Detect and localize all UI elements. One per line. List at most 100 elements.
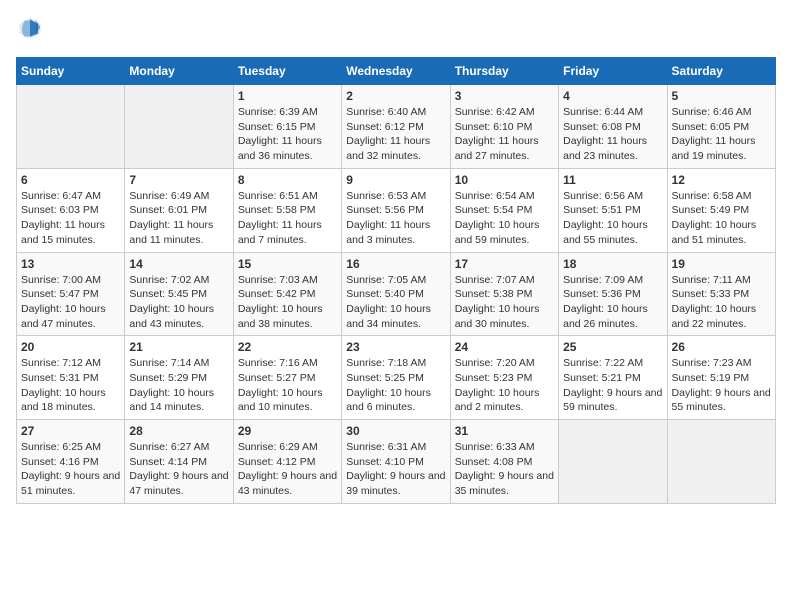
day-cell: 28 Sunrise: 6:27 AMSunset: 4:14 PMDayligh… <box>125 420 233 504</box>
day-info: Sunrise: 6:40 AMSunset: 6:12 PMDaylight:… <box>346 105 445 164</box>
day-number: 10 <box>455 173 554 187</box>
day-info: Sunrise: 7:02 AMSunset: 5:45 PMDaylight:… <box>129 273 228 332</box>
day-cell: 5 Sunrise: 6:46 AMSunset: 6:05 PMDaylight… <box>667 85 775 169</box>
day-cell: 8 Sunrise: 6:51 AMSunset: 5:58 PMDaylight… <box>233 168 341 252</box>
day-number: 1 <box>238 89 337 103</box>
day-number: 20 <box>21 340 120 354</box>
day-cell: 12 Sunrise: 6:58 AMSunset: 5:49 PMDayligh… <box>667 168 775 252</box>
day-info: Sunrise: 7:11 AMSunset: 5:33 PMDaylight:… <box>672 273 771 332</box>
day-cell: 22Sunrise: 7:16 AMSunset: 5:27 PMDayligh… <box>233 336 341 420</box>
day-cell <box>17 85 125 169</box>
day-info: Sunrise: 6:56 AMSunset: 5:51 PMDaylight:… <box>563 189 662 248</box>
day-info: Sunrise: 6:54 AMSunset: 5:54 PMDaylight:… <box>455 189 554 248</box>
day-number: 9 <box>346 173 445 187</box>
day-cell <box>667 420 775 504</box>
day-cell: 24 Sunrise: 7:20 AMSunset: 5:23 PMDayligh… <box>450 336 558 420</box>
day-cell: 9 Sunrise: 6:53 AMSunset: 5:56 PMDaylight… <box>342 168 450 252</box>
day-cell <box>125 85 233 169</box>
day-cell: 25 Sunrise: 7:22 AMSunset: 5:21 PMDayligh… <box>559 336 667 420</box>
day-number: 14 <box>129 257 228 271</box>
day-cell: 30Sunrise: 6:31 AMSunset: 4:10 PMDayligh… <box>342 420 450 504</box>
day-info: Sunrise: 7:23 AMSunset: 5:19 PMDaylight:… <box>672 356 771 415</box>
day-info: Sunrise: 6:51 AMSunset: 5:58 PMDaylight:… <box>238 189 337 248</box>
day-cell: 20 Sunrise: 7:12 AMSunset: 5:31 PMDayligh… <box>17 336 125 420</box>
page-header <box>16 16 776 45</box>
day-cell: 3 Sunrise: 6:42 AMSunset: 6:10 PMDaylight… <box>450 85 558 169</box>
day-cell: 13Sunrise: 7:00 AMSunset: 5:47 PMDayligh… <box>17 252 125 336</box>
day-number: 23 <box>346 340 445 354</box>
day-number: 29 <box>238 424 337 438</box>
logo <box>16 16 42 45</box>
logo-icon <box>18 16 42 40</box>
day-info: Sunrise: 6:33 AMSunset: 4:08 PMDaylight:… <box>455 440 554 499</box>
calendar-header: SundayMondayTuesdayWednesdayThursdayFrid… <box>17 58 776 85</box>
day-info: Sunrise: 6:47 AMSunset: 6:03 PMDaylight:… <box>21 189 120 248</box>
day-number: 6 <box>21 173 120 187</box>
day-info: Sunrise: 7:14 AMSunset: 5:29 PMDaylight:… <box>129 356 228 415</box>
week-row-3: 20 Sunrise: 7:12 AMSunset: 5:31 PMDayligh… <box>17 336 776 420</box>
day-cell: 19 Sunrise: 7:11 AMSunset: 5:33 PMDayligh… <box>667 252 775 336</box>
day-info: Sunrise: 6:44 AMSunset: 6:08 PMDaylight:… <box>563 105 662 164</box>
day-info: Sunrise: 6:42 AMSunset: 6:10 PMDaylight:… <box>455 105 554 164</box>
day-info: Sunrise: 7:09 AMSunset: 5:36 PMDaylight:… <box>563 273 662 332</box>
header-cell-monday: Monday <box>125 58 233 85</box>
day-number: 21 <box>129 340 228 354</box>
day-cell: 26 Sunrise: 7:23 AMSunset: 5:19 PMDayligh… <box>667 336 775 420</box>
header-cell-wednesday: Wednesday <box>342 58 450 85</box>
day-info: Sunrise: 6:46 AMSunset: 6:05 PMDaylight:… <box>672 105 771 164</box>
day-info: Sunrise: 7:16 AMSunset: 5:27 PMDaylight:… <box>238 356 337 415</box>
header-cell-thursday: Thursday <box>450 58 558 85</box>
day-cell: 10 Sunrise: 6:54 AMSunset: 5:54 PMDayligh… <box>450 168 558 252</box>
day-info: Sunrise: 6:29 AMSunset: 4:12 PMDaylight:… <box>238 440 337 499</box>
day-number: 4 <box>563 89 662 103</box>
day-info: Sunrise: 7:20 AMSunset: 5:23 PMDaylight:… <box>455 356 554 415</box>
day-cell <box>559 420 667 504</box>
day-number: 13 <box>21 257 120 271</box>
day-info: Sunrise: 6:25 AMSunset: 4:16 PMDaylight:… <box>21 440 120 499</box>
day-info: Sunrise: 6:27 AMSunset: 4:14 PMDaylight:… <box>129 440 228 499</box>
day-number: 8 <box>238 173 337 187</box>
day-cell: 18 Sunrise: 7:09 AMSunset: 5:36 PMDayligh… <box>559 252 667 336</box>
day-number: 24 <box>455 340 554 354</box>
day-info: Sunrise: 7:05 AMSunset: 5:40 PMDaylight:… <box>346 273 445 332</box>
day-number: 26 <box>672 340 771 354</box>
day-cell: 27 Sunrise: 6:25 AMSunset: 4:16 PMDayligh… <box>17 420 125 504</box>
header-cell-friday: Friday <box>559 58 667 85</box>
day-cell: 17 Sunrise: 7:07 AMSunset: 5:38 PMDayligh… <box>450 252 558 336</box>
day-info: Sunrise: 7:07 AMSunset: 5:38 PMDaylight:… <box>455 273 554 332</box>
day-number: 5 <box>672 89 771 103</box>
day-cell: 23 Sunrise: 7:18 AMSunset: 5:25 PMDayligh… <box>342 336 450 420</box>
day-cell: 4 Sunrise: 6:44 AMSunset: 6:08 PMDaylight… <box>559 85 667 169</box>
day-number: 11 <box>563 173 662 187</box>
week-row-4: 27 Sunrise: 6:25 AMSunset: 4:16 PMDayligh… <box>17 420 776 504</box>
day-number: 17 <box>455 257 554 271</box>
day-number: 12 <box>672 173 771 187</box>
day-number: 15 <box>238 257 337 271</box>
day-info: Sunrise: 7:22 AMSunset: 5:21 PMDaylight:… <box>563 356 662 415</box>
day-number: 25 <box>563 340 662 354</box>
day-cell: 2 Sunrise: 6:40 AMSunset: 6:12 PMDaylight… <box>342 85 450 169</box>
day-cell: 7 Sunrise: 6:49 AMSunset: 6:01 PMDaylight… <box>125 168 233 252</box>
day-number: 19 <box>672 257 771 271</box>
calendar-body: 1 Sunrise: 6:39 AMSunset: 6:15 PMDaylight… <box>17 85 776 504</box>
day-cell: 1 Sunrise: 6:39 AMSunset: 6:15 PMDaylight… <box>233 85 341 169</box>
day-number: 27 <box>21 424 120 438</box>
header-cell-saturday: Saturday <box>667 58 775 85</box>
day-number: 18 <box>563 257 662 271</box>
week-row-1: 6 Sunrise: 6:47 AMSunset: 6:03 PMDaylight… <box>17 168 776 252</box>
day-number: 3 <box>455 89 554 103</box>
day-info: Sunrise: 6:49 AMSunset: 6:01 PMDaylight:… <box>129 189 228 248</box>
day-number: 7 <box>129 173 228 187</box>
day-info: Sunrise: 6:53 AMSunset: 5:56 PMDaylight:… <box>346 189 445 248</box>
day-number: 28 <box>129 424 228 438</box>
day-cell: 31Sunrise: 6:33 AMSunset: 4:08 PMDayligh… <box>450 420 558 504</box>
day-info: Sunrise: 6:58 AMSunset: 5:49 PMDaylight:… <box>672 189 771 248</box>
day-info: Sunrise: 7:18 AMSunset: 5:25 PMDaylight:… <box>346 356 445 415</box>
day-info: Sunrise: 6:39 AMSunset: 6:15 PMDaylight:… <box>238 105 337 164</box>
day-cell: 11 Sunrise: 6:56 AMSunset: 5:51 PMDayligh… <box>559 168 667 252</box>
day-cell: 14 Sunrise: 7:02 AMSunset: 5:45 PMDayligh… <box>125 252 233 336</box>
day-info: Sunrise: 7:12 AMSunset: 5:31 PMDaylight:… <box>21 356 120 415</box>
day-number: 2 <box>346 89 445 103</box>
day-cell: 21 Sunrise: 7:14 AMSunset: 5:29 PMDayligh… <box>125 336 233 420</box>
day-cell: 15Sunrise: 7:03 AMSunset: 5:42 PMDayligh… <box>233 252 341 336</box>
